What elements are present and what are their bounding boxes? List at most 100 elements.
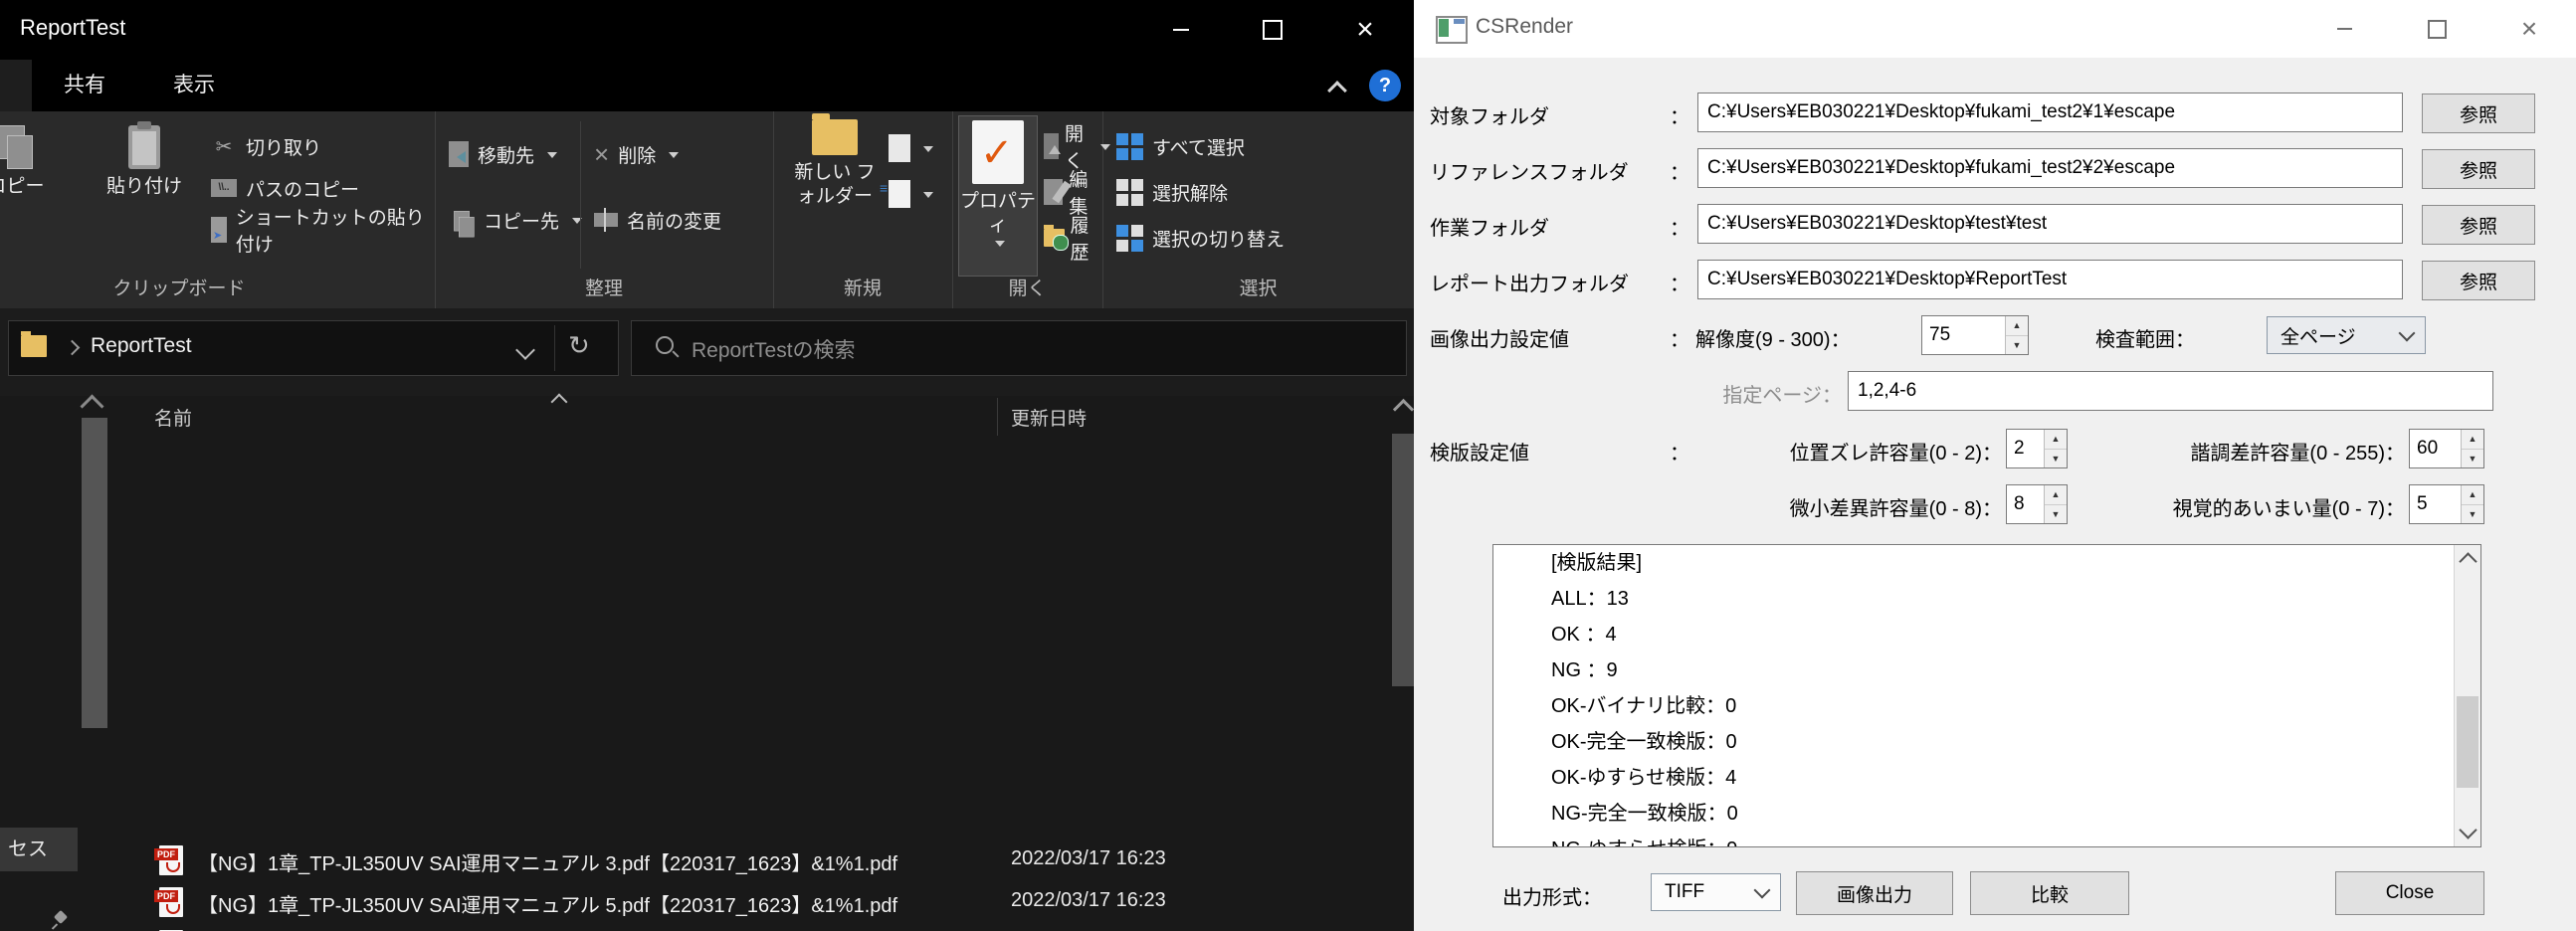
group-inner-separator (580, 121, 581, 269)
results-scrollbar[interactable] (2454, 545, 2480, 846)
inspect-range-select[interactable]: 全ページ (2267, 316, 2426, 354)
address-bar[interactable]: ReportTest ↻ (8, 320, 619, 376)
tab-partial[interactable] (0, 60, 32, 111)
spin-up-icon[interactable]: ▲ (2045, 430, 2067, 450)
column-header-modified[interactable]: 更新日時 (1011, 404, 1087, 431)
results-line: NG-完全一致検版：0 (1493, 796, 2480, 832)
visual-fuzziness-value[interactable]: 5 (2410, 485, 2461, 523)
clipboard-group-label: クリップボード (0, 274, 358, 300)
tone-tolerance-value[interactable]: 60 (2410, 430, 2461, 467)
ribbon-group-clipboard: コピー 貼り付け ✂ 切り取り \\.. パスのコピー (0, 111, 436, 308)
spin-down-icon[interactable]: ▼ (2462, 450, 2483, 468)
select-all-icon (1116, 133, 1143, 160)
explorer-minimize-button[interactable] (1135, 0, 1227, 60)
minor-diff-tolerance-spinner[interactable]: 8 ▲▼ (2006, 484, 2068, 524)
minor-diff-tolerance-value[interactable]: 8 (2007, 485, 2044, 523)
folder-path-input[interactable]: C:¥Users¥EB030221¥Desktop¥test¥test (1697, 204, 2403, 244)
browse-button[interactable]: 参照 (2422, 205, 2535, 245)
browse-button[interactable]: 参照 (2422, 93, 2535, 133)
delete-button[interactable]: × 削除 (594, 133, 679, 175)
file-row[interactable]: 【NG】1章_TP-JL350UV SAI運用マニュアル 3.pdf【22031… (114, 839, 1391, 881)
scroll-up-icon[interactable] (2459, 552, 2477, 570)
inspection-results-box[interactable]: [検版結果] ALL：13 OK ：4 NG ：9 OK-バイナリ比較：0 OK… (1492, 544, 2481, 847)
easy-access-button[interactable] (889, 173, 933, 215)
folder-path-input[interactable]: C:¥Users¥EB030221¥Desktop¥fukami_test2¥2… (1697, 148, 2403, 188)
explorer-close-button[interactable]: × (1319, 0, 1411, 60)
file-row[interactable]: 【NG】1章_TP-JL350UV SAI運用マニュアル 6.pdf【22031… (114, 924, 1391, 931)
sidebar-item[interactable]: セス (0, 828, 78, 871)
copy-to-button[interactable]: コピー先 (449, 199, 582, 241)
properties-button[interactable]: プロパティ (958, 115, 1038, 277)
open-button[interactable]: 開く (1044, 125, 1110, 167)
tab-view[interactable]: 表示 (139, 60, 249, 111)
tone-tolerance-spinner[interactable]: 60 ▲▼ (2409, 429, 2484, 468)
spin-up-icon[interactable]: ▲ (2006, 316, 2028, 336)
new-item-button[interactable] (889, 127, 933, 169)
sidebar-scroll-up-icon[interactable] (80, 394, 103, 418)
folder-field-row: 対象フォルダ ： C:¥Users¥EB030221¥Desktop¥fukam… (1414, 93, 2576, 134)
cut-button[interactable]: ✂ 切り取り (211, 125, 435, 167)
new-folder-button[interactable]: 新しい フォルダー (785, 119, 885, 209)
results-line: OK ：4 (1493, 617, 2480, 652)
file-row[interactable]: 【NG】1章_TP-JL350UV SAI運用マニュアル 5.pdf【22031… (114, 881, 1391, 923)
results-line: [検版結果] (1493, 545, 2480, 581)
spin-down-icon[interactable]: ▼ (2006, 336, 2028, 355)
search-input[interactable]: ReportTestの検索 (631, 320, 1407, 376)
list-scrollbar-thumb[interactable] (1392, 434, 1414, 686)
tab-share[interactable]: 共有 (30, 60, 139, 111)
folder-path-input[interactable]: C:¥Users¥EB030221¥Desktop¥ReportTest (1697, 260, 2403, 299)
folder-path-input[interactable]: C:¥Users¥EB030221¥Desktop¥fukami_test2¥1… (1697, 93, 2403, 132)
compare-button[interactable]: 比較 (1970, 871, 2129, 915)
spin-down-icon[interactable]: ▼ (2045, 450, 2067, 468)
offset-tolerance-value[interactable]: 2 (2007, 430, 2044, 467)
explorer-maximize-button[interactable] (1227, 0, 1318, 60)
csrender-close-button[interactable]: × (2499, 0, 2559, 58)
select-all-button[interactable]: すべて選択 (1116, 125, 1245, 167)
properties-label: プロパティ (959, 190, 1037, 238)
easy-access-icon (889, 180, 910, 208)
browse-button[interactable]: 参照 (2422, 149, 2535, 189)
offset-tolerance-spinner[interactable]: 2 ▲▼ (2006, 429, 2068, 468)
pages-input[interactable]: 1,2,4-6 (1848, 371, 2493, 411)
maximize-icon (1263, 20, 1283, 40)
visual-fuzziness-spinner[interactable]: 5 ▲▼ (2409, 484, 2484, 524)
csrender-minimize-button[interactable] (2314, 0, 2374, 58)
paste-shortcut-button[interactable]: ショートカットの貼り付け (211, 209, 435, 251)
output-format-select[interactable]: TIFF (1651, 873, 1781, 911)
close-button[interactable]: Close (2335, 871, 2484, 915)
spin-up-icon[interactable]: ▲ (2045, 485, 2067, 505)
history-button[interactable]: 履歴 (1044, 217, 1102, 259)
sidebar-scrollbar-thumb[interactable] (82, 418, 107, 728)
results-scrollbar-thumb[interactable] (2457, 696, 2478, 788)
resolution-spinner[interactable]: 75 ▲▼ (1921, 315, 2029, 355)
spin-up-icon[interactable]: ▲ (2462, 430, 2483, 450)
folder-field-colon: ： (1670, 100, 1689, 129)
folder-field-row: リファレンスフォルダ ： C:¥Users¥EB030221¥Desktop¥f… (1414, 148, 2576, 190)
browse-button[interactable]: 参照 (2422, 261, 2535, 300)
ribbon-collapse-button[interactable] (1319, 76, 1355, 105)
image-output-button[interactable]: 画像出力 (1796, 871, 1953, 915)
breadcrumb[interactable]: ReportTest (91, 334, 192, 358)
paste-button[interactable]: 貼り付け (92, 125, 197, 199)
invert-selection-button[interactable]: 選択の切り替え (1116, 217, 1285, 259)
column-header-name[interactable]: 名前 (154, 404, 192, 431)
edit-button[interactable]: 編集 (1044, 171, 1102, 213)
scroll-down-icon[interactable] (2459, 821, 2477, 838)
sidebar-item[interactable] (0, 898, 78, 931)
select-none-button[interactable]: 選択解除 (1116, 171, 1228, 213)
rename-button[interactable]: 名前の変更 (594, 199, 721, 241)
list-scroll-up-icon[interactable] (1393, 399, 1414, 420)
results-line: NG ：9 (1493, 652, 2480, 688)
address-dropdown-icon[interactable] (515, 340, 535, 360)
spin-up-icon[interactable]: ▲ (2462, 485, 2483, 505)
results-line: ALL：13 (1493, 581, 2480, 617)
copy-button[interactable]: コピー (0, 125, 82, 199)
spin-down-icon[interactable]: ▼ (2462, 505, 2483, 524)
resolution-value[interactable]: 75 (1922, 316, 2005, 354)
spin-down-icon[interactable]: ▼ (2045, 505, 2067, 524)
column-separator[interactable] (997, 398, 998, 436)
move-to-button[interactable]: 移動先 (449, 133, 557, 175)
csrender-maximize-button[interactable] (2407, 0, 2467, 58)
refresh-icon[interactable]: ↻ (568, 330, 590, 361)
help-button[interactable]: ? (1369, 70, 1401, 101)
